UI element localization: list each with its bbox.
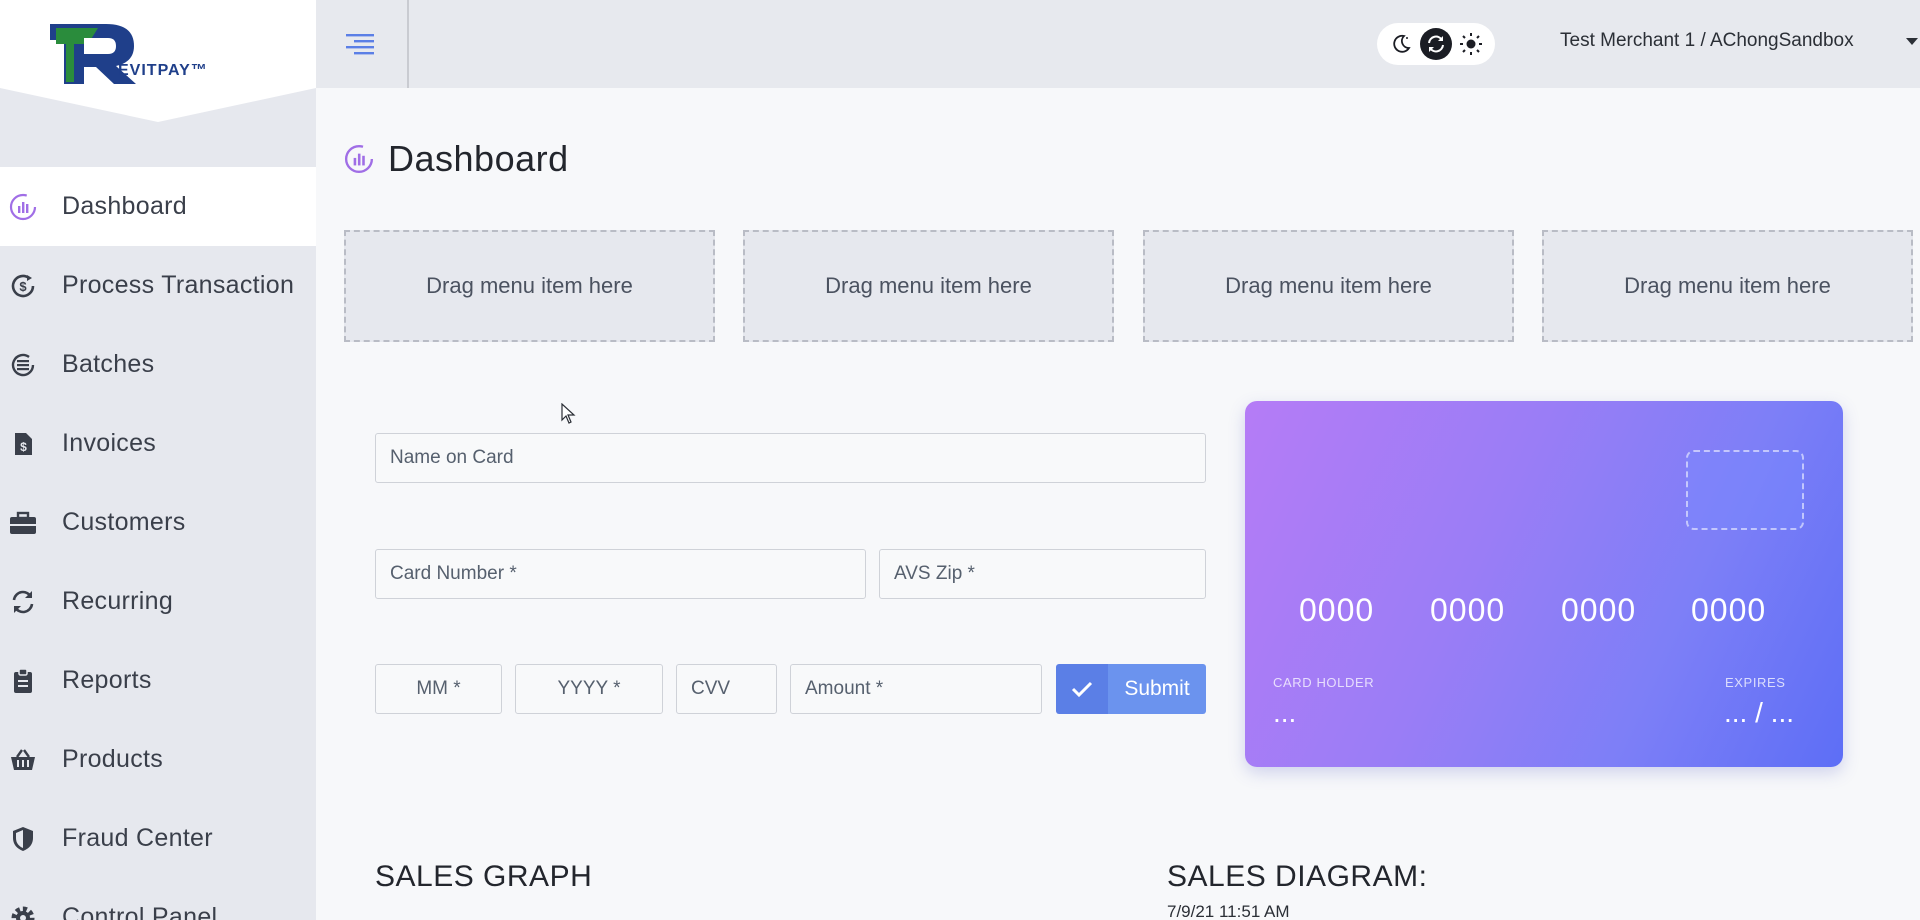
name-on-card-field[interactable]: Name on Card bbox=[375, 433, 1206, 483]
basket-icon bbox=[8, 745, 38, 775]
card-expires-value: ... / ... bbox=[1724, 697, 1795, 728]
card-holder-value: ... bbox=[1273, 697, 1297, 728]
app: EVITPAY™ Dashboard $ Process Transaction bbox=[0, 0, 1920, 920]
card-number-group-1: 0000 bbox=[1299, 592, 1375, 628]
logo-area: EVITPAY™ bbox=[0, 0, 316, 122]
merchant-selector[interactable]: Test Merchant 1 / AChongSandbox bbox=[1560, 30, 1854, 52]
sun-icon bbox=[1460, 33, 1483, 55]
menu-toggle-icon[interactable] bbox=[344, 28, 376, 58]
brand-name: EVITPAY™ bbox=[118, 62, 208, 79]
dark-mode-button[interactable] bbox=[1385, 28, 1417, 60]
dropzone-3[interactable]: Drag menu item here bbox=[1143, 230, 1514, 342]
svg-text:$: $ bbox=[19, 279, 27, 294]
sidebar-item-customers[interactable]: Customers bbox=[0, 483, 316, 562]
card-expires-caption: EXPIRES bbox=[1725, 675, 1786, 690]
page-title: Dashboard bbox=[388, 138, 569, 179]
dropzone-1[interactable]: Drag menu item here bbox=[344, 230, 715, 342]
check-icon bbox=[1056, 664, 1108, 714]
cvv-field[interactable]: CVV bbox=[676, 664, 777, 714]
sidebar-item-label: Recurring bbox=[62, 587, 174, 615]
sidebar-item-recurring[interactable]: Recurring bbox=[0, 562, 316, 641]
sidebar-item-label: Control Panel bbox=[62, 903, 218, 920]
sidebar-item-dashboard[interactable]: Dashboard bbox=[0, 167, 316, 246]
sidebar-nav: Dashboard $ Process Transaction Batches … bbox=[0, 167, 316, 920]
gear-icon bbox=[8, 903, 38, 920]
chevron-down-icon[interactable] bbox=[1906, 38, 1918, 45]
amount-field[interactable]: Amount * bbox=[790, 664, 1042, 714]
svg-text:$: $ bbox=[20, 440, 27, 454]
sidebar-item-fraud-center[interactable]: Fraud Center bbox=[0, 799, 316, 878]
sync-icon bbox=[1427, 35, 1444, 53]
avs-zip-field[interactable]: AVS Zip * bbox=[879, 549, 1206, 599]
expiry-month-field[interactable]: MM * bbox=[375, 664, 502, 714]
sales-diagram-timestamp: 7/9/21 11:51 AM bbox=[1167, 902, 1290, 920]
sidebar-item-process-transaction[interactable]: $ Process Transaction bbox=[0, 246, 316, 325]
card-number-group-3: 0000 bbox=[1561, 592, 1637, 628]
sidebar-item-label: Process Transaction bbox=[62, 271, 295, 299]
clipboard-icon bbox=[8, 666, 38, 696]
submit-button[interactable]: Submit bbox=[1056, 664, 1206, 714]
sidebar-item-label: Reports bbox=[62, 666, 152, 694]
sidebar-item-label: Dashboard bbox=[62, 192, 188, 220]
auto-mode-button[interactable] bbox=[1419, 28, 1452, 60]
light-mode-button[interactable] bbox=[1455, 28, 1487, 60]
sales-diagram-title: SALES DIAGRAM: bbox=[1167, 860, 1428, 893]
revitpay-logo[interactable]: EVITPAY™ bbox=[48, 18, 248, 88]
shield-icon bbox=[8, 824, 38, 854]
page-heading: Dashboard bbox=[344, 138, 569, 180]
theme-toggle bbox=[1377, 23, 1495, 65]
topbar: Test Merchant 1 / AChongSandbox bbox=[316, 0, 1920, 88]
sidebar: EVITPAY™ Dashboard $ Process Transaction bbox=[0, 0, 316, 920]
sidebar-item-products[interactable]: Products bbox=[0, 720, 316, 799]
topbar-divider bbox=[407, 0, 409, 88]
dashboard-icon bbox=[8, 192, 38, 222]
sidebar-item-invoices[interactable]: $ Invoices bbox=[0, 404, 316, 483]
sidebar-item-label: Fraud Center bbox=[62, 824, 213, 852]
sidebar-item-label: Invoices bbox=[62, 429, 157, 457]
briefcase-icon bbox=[8, 508, 38, 538]
card-holder-caption: CARD HOLDER bbox=[1273, 675, 1375, 690]
list-icon bbox=[8, 350, 38, 380]
sidebar-item-control-panel[interactable]: Control Panel bbox=[0, 878, 316, 920]
sales-graph-title: SALES GRAPH bbox=[375, 860, 593, 893]
dropzone-2[interactable]: Drag menu item here bbox=[743, 230, 1114, 342]
sidebar-item-label: Products bbox=[62, 745, 164, 773]
refresh-icon bbox=[8, 587, 38, 617]
card-preview: 0000 0000 0000 0000 CARD HOLDER ... EXPI… bbox=[1245, 401, 1843, 767]
dollar-cycle-icon: $ bbox=[8, 271, 38, 301]
mouse-cursor-icon bbox=[561, 402, 577, 430]
submit-label: Submit bbox=[1108, 664, 1206, 714]
dropzones: Drag menu item here Drag menu item here … bbox=[344, 230, 1916, 342]
card-number-field[interactable]: Card Number * bbox=[375, 549, 866, 599]
card-number-group-4: 0000 bbox=[1691, 592, 1767, 628]
sidebar-item-batches[interactable]: Batches bbox=[0, 325, 316, 404]
dashboard-icon bbox=[344, 144, 374, 174]
expiry-year-field[interactable]: YYYY * bbox=[515, 664, 663, 714]
moon-icon bbox=[1392, 34, 1411, 53]
sidebar-item-reports[interactable]: Reports bbox=[0, 641, 316, 720]
dropzone-4[interactable]: Drag menu item here bbox=[1542, 230, 1913, 342]
card-chip bbox=[1686, 450, 1804, 530]
invoice-icon: $ bbox=[8, 429, 38, 459]
sidebar-item-label: Batches bbox=[62, 350, 155, 378]
sidebar-item-label: Customers bbox=[62, 508, 186, 536]
card-number-group-2: 0000 bbox=[1430, 592, 1506, 628]
